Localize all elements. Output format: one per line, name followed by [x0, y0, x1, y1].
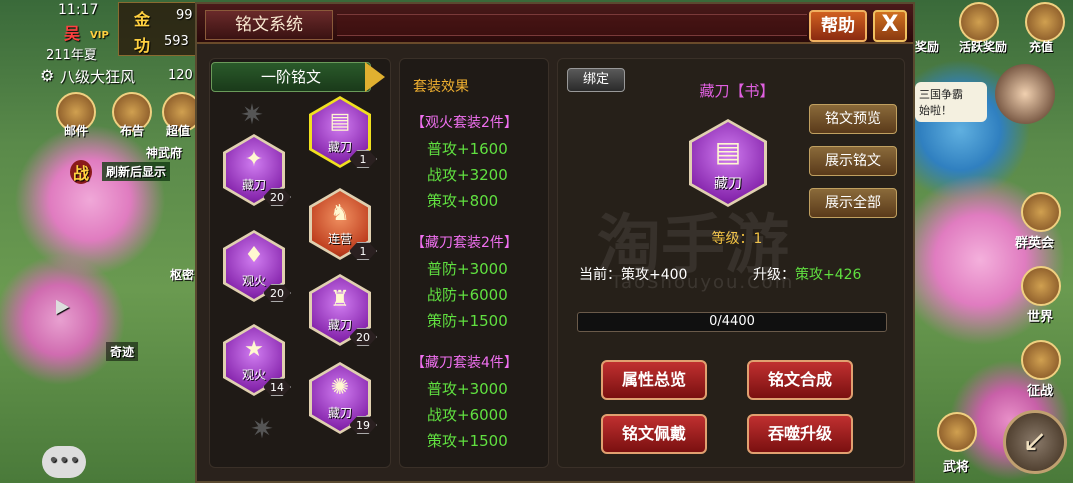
gem-slot-selected[interactable]: ▤ 藏刀 1 — [309, 96, 377, 168]
set-stat: 普攻+1600 — [427, 140, 508, 158]
set-stat: 战攻+3200 — [427, 166, 508, 184]
heroes-gathering-label: 群英会 — [1015, 236, 1055, 251]
watermark-url: TaoShouyou.Com — [611, 272, 795, 293]
world-label: 世界 — [1027, 310, 1054, 325]
inscription-name: 藏刀【书】 — [699, 82, 775, 100]
set-stat: 策攻+800 — [427, 192, 499, 210]
exp-progress-bar: 0/4400 — [577, 312, 887, 332]
advisor-avatar — [995, 64, 1055, 124]
show-all-button[interactable]: 展示全部 — [809, 188, 897, 218]
shenwu-label: 神武府 — [146, 146, 183, 160]
general-button[interactable] — [937, 412, 977, 452]
super-value-label: 超值 — [166, 124, 191, 138]
set-stat: 战防+6000 — [427, 286, 508, 304]
recharge-button[interactable] — [1025, 2, 1065, 42]
world-button[interactable] — [1021, 266, 1061, 306]
set-stat: 战攻+6000 — [427, 406, 508, 424]
gem-symbol-icon: ♜ — [330, 287, 350, 312]
gem-symbol-icon: ♦ — [244, 243, 264, 268]
attribute-overview-button[interactable]: 属性总览 — [601, 360, 707, 400]
title-decor — [337, 14, 807, 36]
gear-icon[interactable]: ⚙ — [40, 66, 54, 85]
general-label: 武将 — [943, 460, 970, 475]
mail-label: 邮件 — [64, 124, 89, 138]
gold-label: 金 — [134, 10, 151, 29]
devour-upgrade-button[interactable]: 吞噬升级 — [747, 414, 853, 454]
merit-value: 593 — [164, 34, 189, 49]
gem-symbol-icon: ★ — [244, 337, 264, 362]
gem-slot[interactable]: ♦ 观火 20 — [223, 230, 291, 302]
gem-symbol-icon: ♞ — [330, 201, 350, 226]
recharge-label: 充值 — [1029, 40, 1054, 54]
shumi-label: 枢密 — [170, 268, 195, 282]
tier-next-arrow-icon[interactable] — [365, 62, 385, 92]
empty-slot-icon: ✷ — [240, 98, 264, 131]
miracle-label: 奇迹 — [106, 342, 139, 361]
gem-slot[interactable]: ✦ 藏刀 20 — [223, 134, 291, 206]
activity-reward-button[interactable] — [959, 2, 999, 42]
left-hud: 11:17 吴 211年夏 VIP 金 99 功 593 ⚙ 八级大狂风 120… — [40, 0, 202, 483]
rank-title: 八级大狂风 — [60, 68, 136, 86]
set-stat: 普攻+3000 — [427, 380, 508, 398]
set-title: 【藏刀套装4件】 — [411, 355, 518, 371]
tier-tab[interactable]: 一阶铭文 — [211, 62, 371, 92]
gem-symbol-icon: ✦ — [244, 147, 264, 172]
heroes-gathering-button[interactable] — [1021, 192, 1061, 232]
inscription-synthesis-button[interactable]: 铭文合成 — [747, 360, 853, 400]
bind-button[interactable]: 绑定 — [567, 68, 625, 92]
reward-label: 奖励 — [915, 40, 940, 54]
help-button[interactable]: 帮助 — [809, 10, 867, 42]
right-hud: 奖励 活跃奖励 充值 三国争霸 始啦！ 群英会 世界 征战 武将 ↙ — [915, 0, 1073, 483]
empty-slot-icon: ✷ — [250, 412, 274, 445]
chat-bubble-icon[interactable]: ••• — [42, 446, 86, 478]
set-effects-header: 套装效果 — [413, 79, 469, 95]
inscription-equip-button[interactable]: 铭文佩戴 — [601, 414, 707, 454]
exp-progress-text: 0/4400 — [709, 314, 755, 329]
faction-label: 吴 — [64, 24, 81, 43]
campaign-label: 征战 — [1027, 384, 1054, 399]
set-title: 【藏刀套装2件】 — [411, 235, 518, 251]
campaign-button[interactable] — [1021, 340, 1061, 380]
inscription-large-label: 藏刀 — [714, 176, 742, 192]
gem-slot[interactable]: ♜ 藏刀 20 — [309, 274, 377, 346]
upgrade-stat-value: 策攻+426 — [795, 267, 862, 283]
gem-symbol-icon: ▤ — [329, 109, 351, 134]
show-inscription-button[interactable]: 展示铭文 — [809, 146, 897, 176]
expand-arrow-icon[interactable]: ‣ — [50, 286, 74, 332]
close-button[interactable]: X — [873, 10, 907, 42]
clock: 11:17 — [58, 2, 99, 18]
gem-slot[interactable]: ✺ 藏刀 19 — [309, 362, 377, 434]
gem-slot[interactable]: ★ 观火 14 — [223, 324, 291, 396]
dialog-titlebar: 铭文系统 帮助 X — [197, 4, 913, 44]
gem-slot[interactable]: ♞ 连营 1 — [309, 188, 377, 260]
news-bubble[interactable]: 三国争霸 始啦！ — [915, 82, 987, 122]
refresh-hint: 刷新后显示 — [102, 162, 171, 181]
game-year: 211年夏 — [46, 48, 97, 63]
main-menu-toggle-icon[interactable]: ↙ — [1003, 410, 1067, 474]
activity-reward-label: 活跃奖励 — [959, 40, 1008, 54]
set-stat: 策防+1500 — [427, 312, 508, 330]
rank-value: 120 — [168, 68, 193, 83]
dialog-title: 铭文系统 — [205, 10, 333, 40]
battle-icon[interactable]: 战 — [70, 160, 93, 184]
vip-badge: VIP — [90, 30, 109, 41]
set-title: 【观火套装2件】 — [411, 115, 518, 131]
inscription-preview-button[interactable]: 铭文预览 — [809, 104, 897, 134]
merit-label: 功 — [134, 36, 151, 55]
set-stat: 策攻+1500 — [427, 432, 508, 450]
gem-symbol-icon: ✺ — [330, 375, 350, 400]
set-stat: 普防+3000 — [427, 260, 508, 278]
notice-label: 布告 — [120, 124, 145, 138]
inscription-dialog: 铭文系统 帮助 X 一阶铭文 ✷ ✷ ✦ 藏刀 20 ▤ 藏刀 1 ♞ 连营 1… — [195, 2, 915, 483]
book-icon: ▤ — [714, 135, 742, 168]
gold-value: 99 — [176, 8, 193, 23]
